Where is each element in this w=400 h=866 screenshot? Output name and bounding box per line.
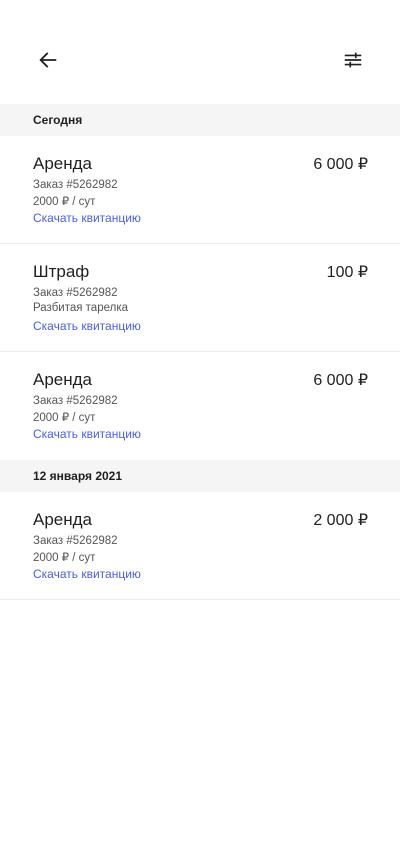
transaction-item: Аренда 6 000 ₽ Заказ #5262982 2000 ₽ / с…	[0, 352, 400, 460]
download-receipt-link[interactable]: Скачать квитанцию	[33, 211, 141, 225]
arrow-left-icon	[39, 52, 57, 68]
transaction-title: Аренда	[33, 510, 93, 529]
transaction-item: Аренда 6 000 ₽ Заказ #5262982 2000 ₽ / с…	[0, 136, 400, 244]
download-receipt-link[interactable]: Скачать квитанцию	[33, 319, 141, 333]
section-header: 12 января 2021	[0, 460, 400, 492]
transaction-amount: 100 ₽	[326, 264, 368, 281]
transaction-title: Аренда	[33, 370, 93, 389]
download-receipt-link[interactable]: Скачать квитанцию	[33, 567, 141, 581]
transaction-item: Аренда 2 000 ₽ Заказ #5262982 2000 ₽ / с…	[0, 492, 400, 600]
transaction-amount: 6 000 ₽	[313, 156, 368, 173]
transaction-detail: Разбитая тарелка	[33, 302, 128, 314]
filter-sliders-icon	[344, 52, 362, 68]
back-button[interactable]	[28, 40, 68, 80]
filter-button[interactable]	[333, 40, 373, 80]
transaction-detail: 2000 ₽ / сут	[33, 412, 96, 424]
transaction-detail: 2000 ₽ / сут	[33, 196, 96, 208]
transaction-detail: 2000 ₽ / сут	[33, 552, 96, 564]
order-number: Заказ #5262982	[33, 535, 118, 547]
transaction-amount: 2 000 ₽	[313, 512, 368, 529]
order-number: Заказ #5262982	[33, 179, 118, 191]
transaction-title: Штраф	[33, 262, 90, 281]
section-header: Сегодня	[0, 104, 400, 136]
order-number: Заказ #5262982	[33, 287, 118, 299]
transaction-title: Аренда	[33, 154, 93, 173]
transaction-amount: 6 000 ₽	[313, 372, 368, 389]
transactions-list: Сегодня Аренда 6 000 ₽ Заказ #5262982 20…	[0, 104, 400, 600]
transaction-item: Штраф 100 ₽ Заказ #5262982 Разбитая таре…	[0, 244, 400, 352]
order-number: Заказ #5262982	[33, 395, 118, 407]
top-bar	[0, 0, 400, 104]
download-receipt-link[interactable]: Скачать квитанцию	[33, 427, 141, 441]
